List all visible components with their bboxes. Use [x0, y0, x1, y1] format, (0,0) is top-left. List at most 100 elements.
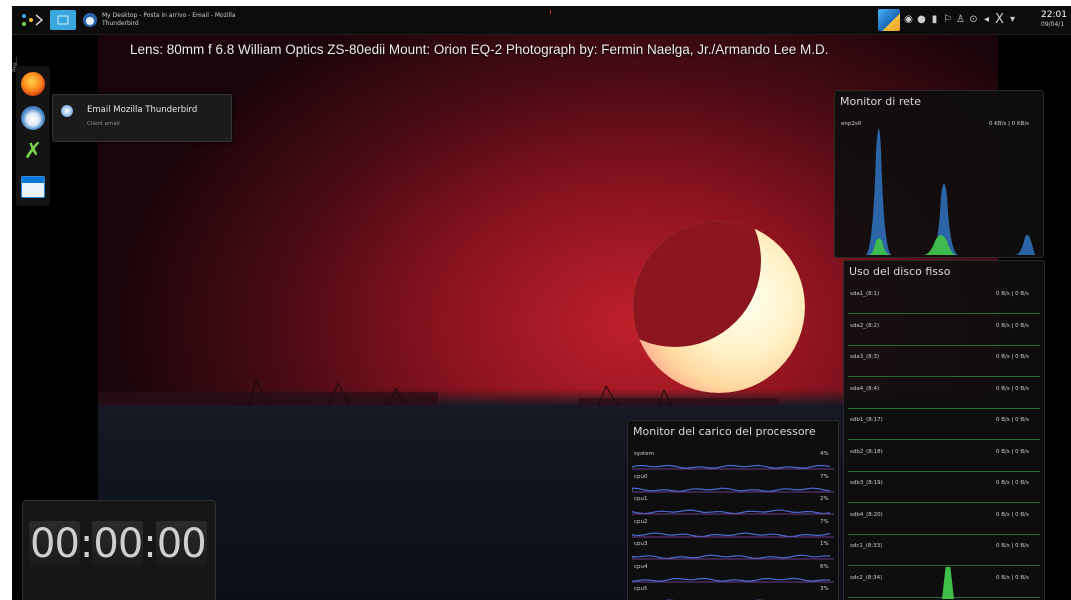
disk-row-name: sdb4_(8:20): [850, 511, 883, 518]
disk-row-value: 0 B/s | 0 B/s: [996, 385, 1029, 392]
tooltip-subtitle: Client email: [87, 121, 120, 127]
timer-widget[interactable]: 00:00:00: [22, 500, 216, 600]
disk-row-name: sdc1_(8:33): [850, 543, 883, 549]
tooltip-title: Email Mozilla Thunderbird: [87, 105, 198, 115]
application-launcher-icon[interactable]: [20, 11, 46, 29]
timer-seconds: 00: [155, 521, 207, 567]
timer-separator: :: [143, 521, 157, 567]
cpu-row-value: 4%: [820, 451, 829, 457]
tools-icon[interactable]: ✗: [21, 140, 45, 164]
disk-usage-widget[interactable]: Uso del disco fisso sda1_(8:1) 0 B/s | 0 …: [843, 260, 1045, 600]
top-panel: My Desktop - Posta in arrivo - Email - M…: [12, 6, 1071, 35]
widget-title: Uso del disco fisso: [849, 265, 951, 278]
pager-desktop-button[interactable]: [50, 10, 76, 30]
cpu-row-graph: [632, 487, 834, 492]
disk-row-value: 0 B/s | 0 B/s: [996, 322, 1029, 329]
disk-row: sdb2_(8:18) 0 B/s | 0 B/s: [844, 445, 1044, 475]
desktop: My Desktop - Posta in arrivo - Email - M…: [12, 6, 1071, 600]
cpu-row-value: 7%: [820, 473, 829, 480]
cpu-row: cpu1 2%: [628, 494, 838, 516]
volume-icon[interactable]: ◂: [982, 9, 991, 31]
cpu-row-graph: [665, 599, 765, 600]
disk-row-value: 0 B/s | 0 B/s: [996, 448, 1029, 455]
thunderbird-icon[interactable]: [21, 106, 45, 130]
cpu-row-value: 2%: [820, 496, 829, 502]
left-dock: ✗: [16, 66, 50, 206]
timer-separator: :: [79, 521, 94, 567]
cpu-row-value: 3%: [820, 586, 829, 592]
eclipse-sun: [633, 221, 805, 393]
network-monitor-widget[interactable]: Monitor di rete enp2s0 0 KB/s | 0 KB/s: [834, 90, 1044, 258]
widget-title: Monitor del carico del processore: [633, 425, 816, 438]
disk-row: sda1_(8:1) 0 B/s | 0 B/s: [844, 287, 1044, 317]
disk-row: sda3_(8:3) 0 B/s | 0 B/s: [844, 350, 1044, 380]
timer-display: 00:00:00: [29, 521, 207, 567]
dock-tooltip: Email Mozilla Thunderbird Client email: [52, 94, 232, 142]
interface-rate: 0 KB/s | 0 KB/s: [989, 121, 1030, 127]
interface-name: enp2s0: [841, 121, 862, 127]
bluetooth-icon[interactable]: ●: [917, 9, 926, 31]
cpu-row-value: 1%: [820, 541, 829, 547]
disk-row-name: sda4_(8:4): [850, 385, 880, 392]
cpu-row: system 4%: [628, 449, 838, 471]
disk-row-value: 0 B/s | 0 B/s: [996, 574, 1029, 581]
disk-row-graph: [848, 313, 1040, 314]
disk-row-graph: [848, 344, 1040, 346]
clock-time: 22:01: [1041, 10, 1067, 20]
disk-row-name: sdc2_(8:34): [850, 574, 883, 581]
disk-row-name: sda2_(8:2): [850, 322, 880, 329]
disk-row-value: 0 B/s | 0 B/s: [996, 354, 1029, 360]
digital-clock[interactable]: 22:01 09/04/1: [1041, 10, 1067, 30]
cpu-row-graph: [632, 509, 834, 515]
disk-row: sda2_(8:2) 0 B/s | 0 B/s: [844, 319, 1044, 349]
disk-row-value: 0 B/s | 0 B/s: [996, 543, 1029, 549]
disk-row: sdb3_(8:19) 0 B/s | 0 B/s: [844, 476, 1044, 506]
cpu-row-name: cpu0: [634, 473, 648, 480]
download-area: [835, 128, 1035, 255]
clipboard-icon[interactable]: ▮: [930, 9, 939, 31]
disk-row-graph: [848, 439, 1040, 440]
disk-row-graph: [848, 533, 1040, 535]
disk-row-name: sdb2_(8:18): [850, 448, 883, 455]
disk-row-graph: [848, 470, 1040, 472]
file-manager-icon[interactable]: [21, 176, 45, 198]
tray-app-icon[interactable]: [878, 9, 900, 31]
disk-row-graph: [848, 565, 1040, 566]
disk-row-graph: [848, 407, 1040, 409]
disk-row-value: 0 B/s | 0 B/s: [996, 417, 1029, 423]
disk-row-value: 0 B/s | 0 B/s: [996, 291, 1029, 297]
clock-date: 09/04/1: [1041, 21, 1065, 28]
close-icon[interactable]: X: [995, 9, 1004, 31]
task-manager-entry[interactable]: My Desktop - Posta in arrivo - Email - M…: [102, 12, 252, 28]
cpu-row-graph: [632, 554, 834, 560]
disk-row: sdb4_(8:20) 0 B/s | 0 B/s: [844, 508, 1044, 538]
thunderbird-task-icon[interactable]: [82, 12, 98, 28]
thunderbird-icon: [61, 105, 73, 117]
disk-row-graph: [848, 502, 1040, 503]
disk-row-name: sda3_(8:3): [850, 354, 880, 360]
disk-row: sda4_(8:4) 0 B/s | 0 B/s: [844, 382, 1044, 412]
system-tray: ◉ ● ▮ ⚐ ♙ ⊙ ◂ X ▾: [878, 9, 1017, 31]
network-traffic-graph: [835, 128, 1043, 255]
firefox-icon[interactable]: [21, 72, 45, 96]
devices-icon[interactable]: ⚐: [943, 9, 952, 31]
cpu-row: cpu3 1%: [628, 539, 838, 561]
cpu-row-name: cpu2: [634, 518, 648, 525]
disk-row: sdc1_(8:33) 0 B/s | 0 B/s: [844, 539, 1044, 569]
disk-row-graph: [848, 376, 1040, 377]
timer-hours: 00: [29, 521, 80, 567]
cpu-row-name: cpu5: [634, 586, 648, 592]
updates-icon[interactable]: ⊙: [969, 9, 978, 31]
cpu-row-value: 7%: [820, 518, 829, 525]
user-icon[interactable]: ♙: [956, 9, 965, 31]
cpu-row: cpu2 7%: [628, 517, 838, 539]
cpu-load-widget[interactable]: Monitor del carico del processore system…: [627, 420, 839, 600]
disk-row: sdb1_(8:17) 0 B/s | 0 B/s: [844, 413, 1044, 443]
chevron-down-icon[interactable]: ▾: [1008, 9, 1017, 31]
cursor-mark: [550, 10, 551, 14]
disk-row-name: sdb1_(8:17): [850, 417, 883, 423]
network-icon[interactable]: ◉: [904, 9, 913, 31]
cpu-row-graph: [632, 531, 834, 537]
cpu-row: cpu5 3%: [628, 584, 838, 600]
wallpaper-caption: Lens: 80mm f 6.8 William Optics ZS-80edi…: [130, 42, 829, 57]
